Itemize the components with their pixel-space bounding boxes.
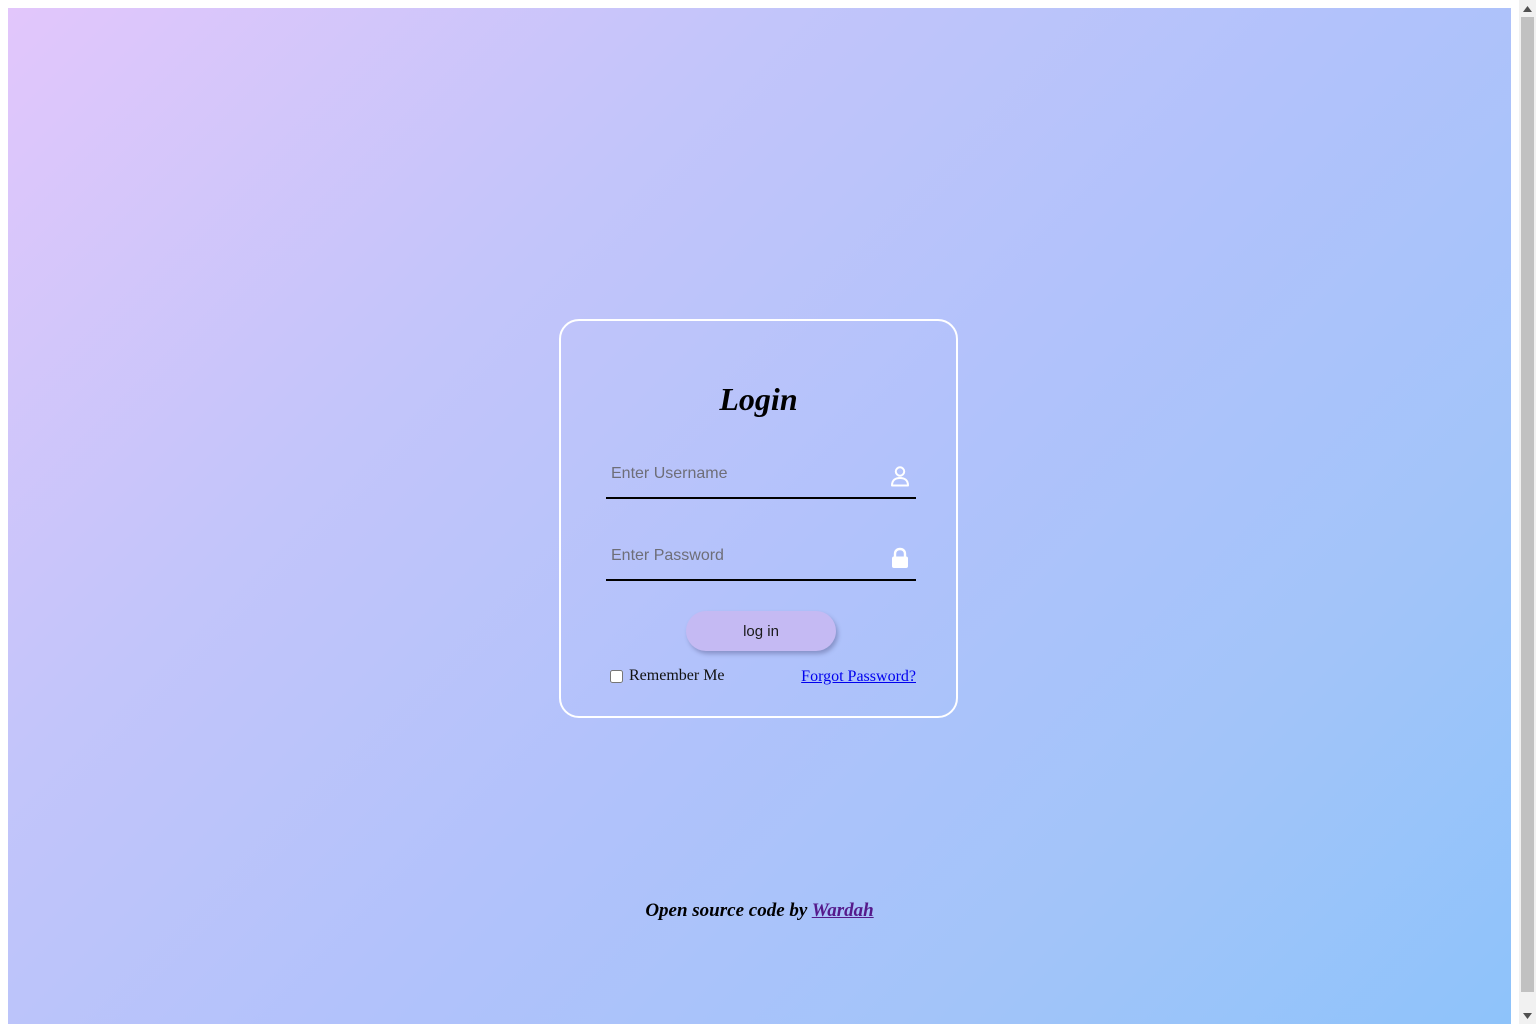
remember-me-label[interactable]: Remember Me (610, 667, 725, 685)
remember-me-text: Remember Me (629, 667, 725, 684)
scroll-down-arrow-icon[interactable] (1519, 1007, 1536, 1024)
vertical-scrollbar[interactable] (1519, 0, 1536, 1024)
scrollbar-thumb[interactable] (1521, 17, 1534, 992)
login-card: Login log in Remember (559, 319, 958, 718)
username-input[interactable] (606, 453, 876, 495)
page-background: Login log in Remember (8, 8, 1511, 1024)
password-input[interactable] (606, 535, 876, 577)
forgot-password-link[interactable]: Forgot Password? (801, 667, 916, 687)
scroll-up-arrow-icon[interactable] (1519, 0, 1536, 17)
password-field-wrapper (606, 535, 916, 581)
login-button[interactable]: log in (686, 611, 836, 651)
user-icon (890, 465, 910, 487)
username-field-wrapper (606, 453, 916, 499)
author-link[interactable]: Wardah (812, 900, 874, 921)
login-title: Login (719, 381, 798, 417)
lock-icon (890, 547, 910, 569)
login-options-row: Remember Me Forgot Password? (610, 667, 916, 689)
footer-prefix: Open source code by (645, 900, 812, 921)
remember-me-checkbox[interactable] (610, 669, 623, 683)
footer-credit: Open source code by Wardah (8, 898, 1511, 924)
